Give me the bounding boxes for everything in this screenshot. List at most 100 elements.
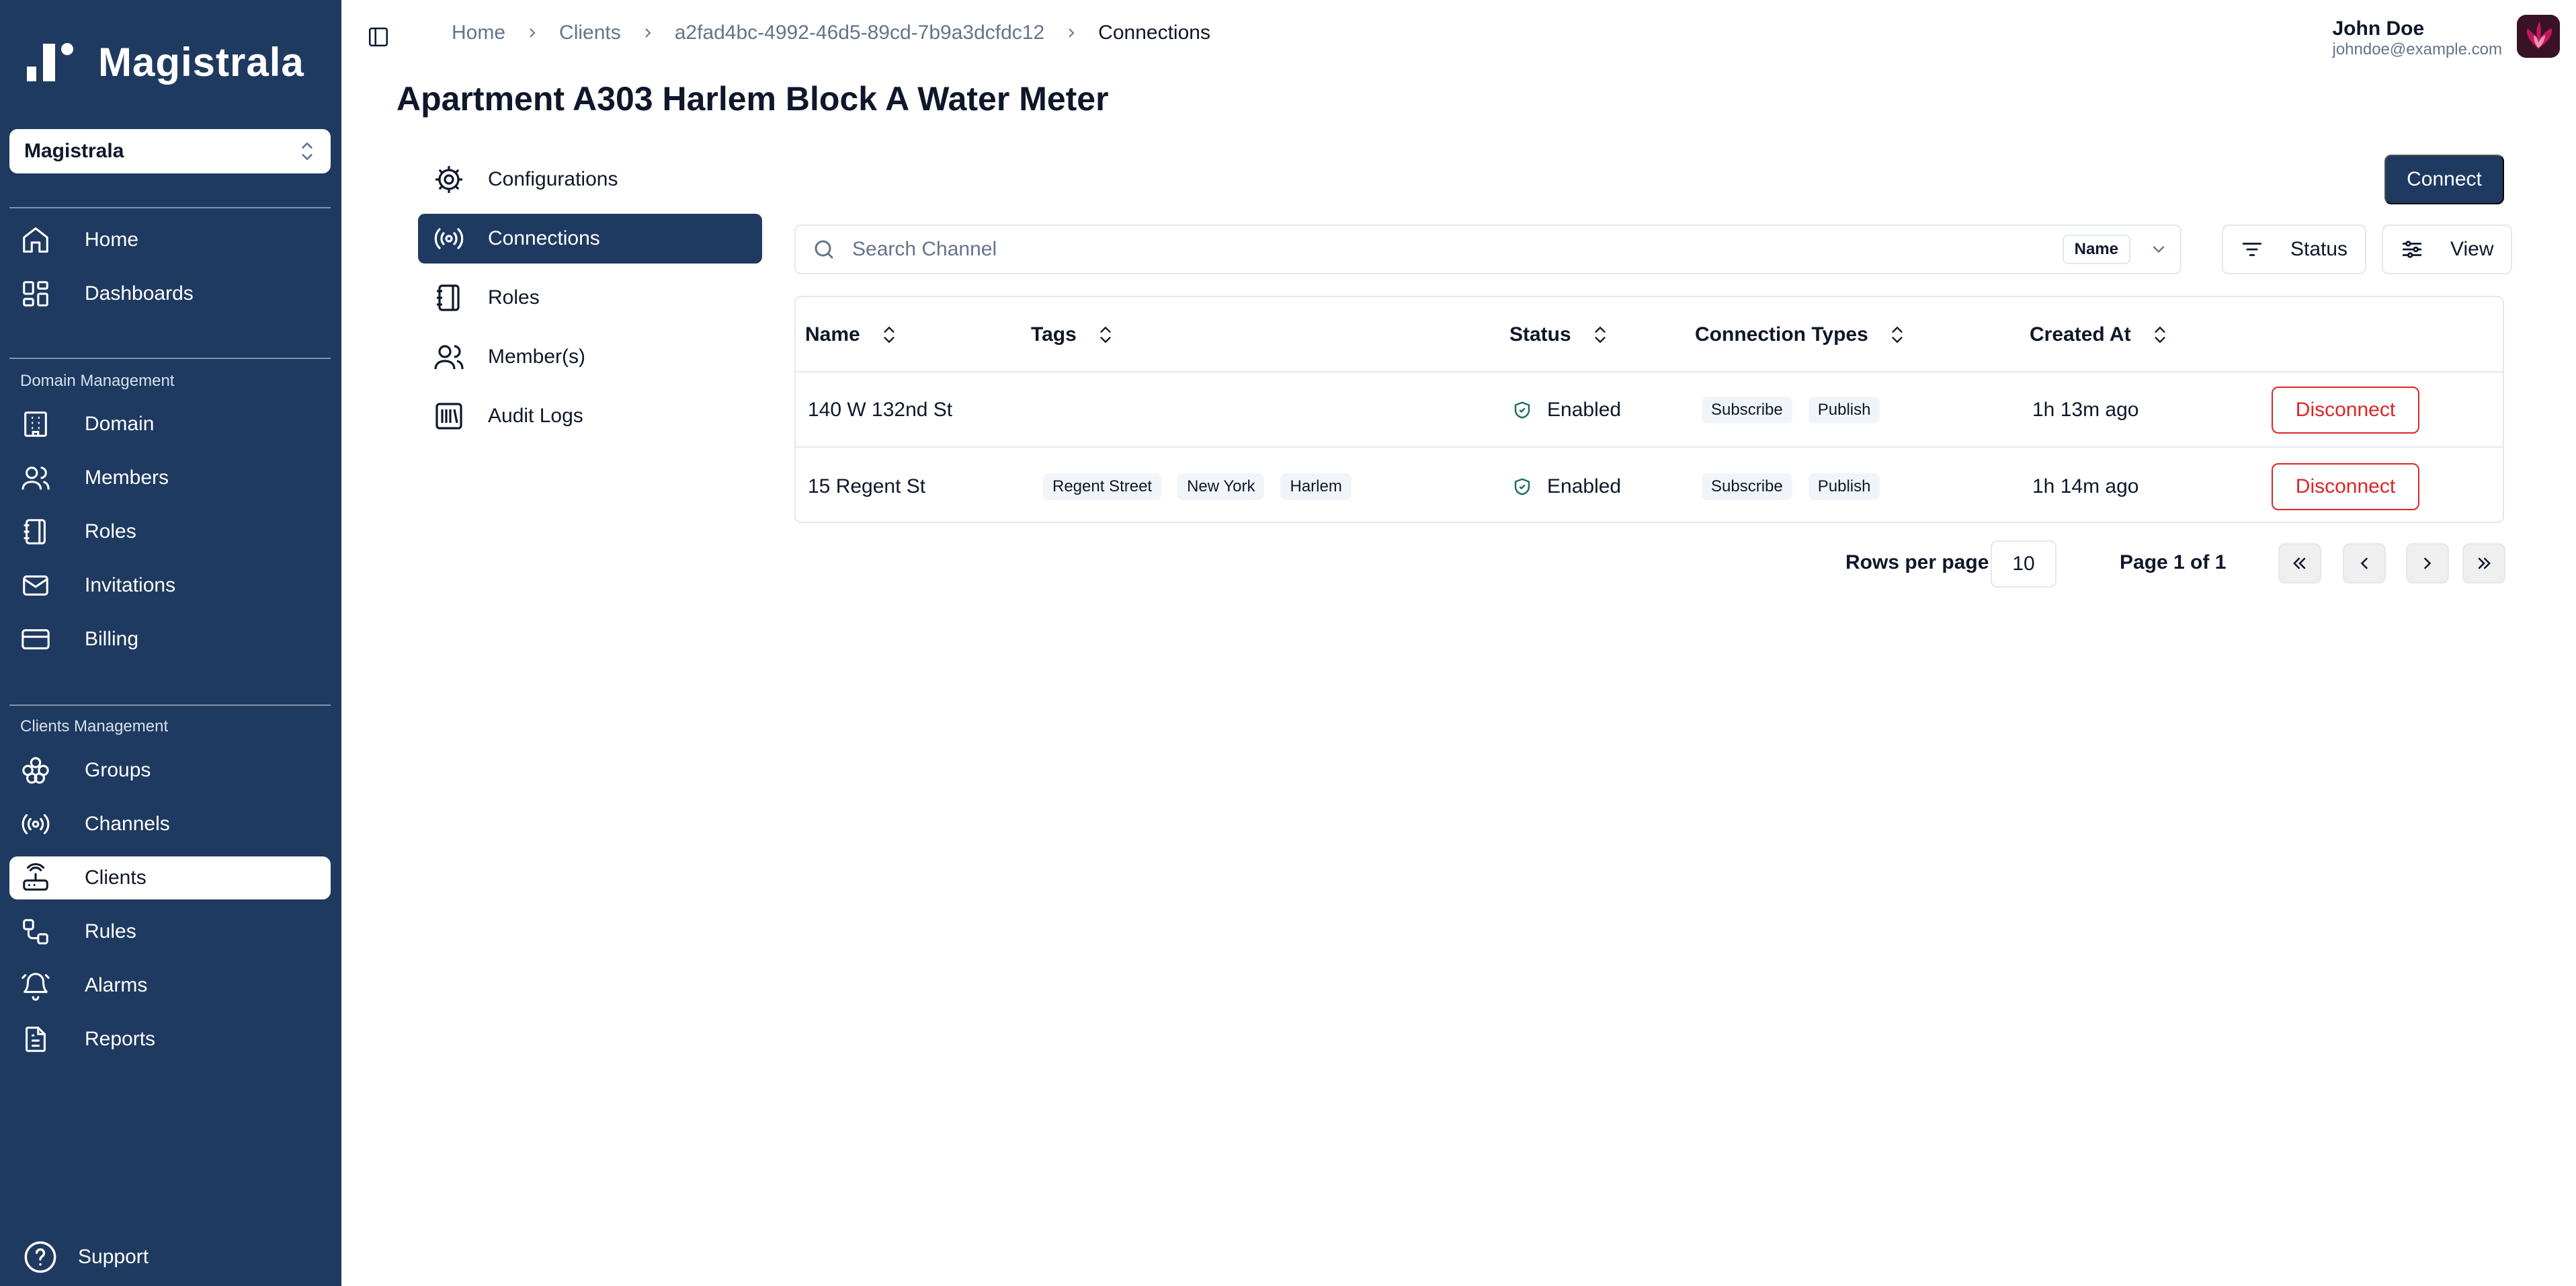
- sidebar-item-domain[interactable]: Domain: [9, 403, 331, 446]
- chevron-right-icon: [530, 28, 536, 38]
- chevrons-up-down-icon: [302, 143, 313, 160]
- page-title: Apartment A303 Harlem Block A Water Mete…: [397, 80, 1109, 118]
- sidebar-item-billing[interactable]: Billing: [9, 618, 331, 661]
- sidebar-item-channels[interactable]: Channels: [9, 803, 331, 846]
- rows-per-page-select[interactable]: 10: [1991, 540, 2056, 588]
- sidebar-item-alarms[interactable]: Alarms: [9, 964, 331, 1007]
- cell-connection-types: Subscribe Publish: [1702, 449, 1896, 522]
- subnav-label: Member(s): [488, 346, 586, 368]
- shield-check-icon: [1514, 401, 1530, 419]
- status-text: Enabled: [1547, 399, 1622, 421]
- sidebar-divider: [9, 207, 331, 208]
- column-label: Tags: [1031, 323, 1077, 346]
- column-header-name[interactable]: Name: [805, 297, 898, 372]
- domain-select[interactable]: Magistrala: [9, 129, 331, 173]
- bell-icon: [22, 973, 50, 1001]
- breadcrumb-current: Connections: [1098, 22, 1210, 44]
- chevron-right-icon: [645, 28, 651, 38]
- view-options-label: View: [2450, 238, 2494, 260]
- column-header-status[interactable]: Status: [1509, 297, 1609, 372]
- previous-page-button[interactable]: [2343, 543, 2386, 584]
- subnav-audit-logs[interactable]: Audit Logs: [418, 391, 762, 441]
- subnav-label: Roles: [488, 286, 540, 309]
- credit-card-icon: [22, 629, 50, 649]
- filter-lines-icon: [2242, 243, 2262, 256]
- chevrons-right-icon: [2478, 557, 2491, 569]
- mail-icon: [23, 575, 48, 596]
- first-page-button[interactable]: [2278, 543, 2321, 584]
- column-header-tags[interactable]: Tags: [1031, 297, 1114, 372]
- subnav-connections[interactable]: Connections: [418, 214, 762, 264]
- table-row[interactable]: 140 W 132nd St Enabled Subscribe Publish…: [796, 372, 2503, 448]
- subnav-label: Connections: [488, 227, 600, 249]
- cell-created-at: 1h 13m ago: [2032, 399, 2139, 421]
- table-row[interactable]: 15 Regent St Regent Street New York Harl…: [796, 449, 2503, 522]
- sidebar-item-invitations[interactable]: Invitations: [9, 564, 331, 607]
- subnav-roles[interactable]: Roles: [418, 273, 762, 323]
- user-name: John Doe: [2332, 17, 2425, 40]
- library-icon: [435, 403, 462, 430]
- groups-icon: [22, 757, 49, 784]
- notebook-icon: [437, 284, 460, 311]
- cell-status: Enabled: [1512, 372, 1621, 448]
- user-email: johndoe@example.com: [2332, 40, 2502, 58]
- breadcrumb-clients[interactable]: Clients: [559, 22, 621, 44]
- sidebar-divider: [9, 705, 331, 706]
- sidebar-item-label: Dashboards: [85, 282, 194, 305]
- disconnect-button[interactable]: Disconnect: [2272, 463, 2419, 510]
- table-header: Name Tags Status Connection Types Create…: [796, 297, 2503, 372]
- last-page-button[interactable]: [2462, 543, 2505, 584]
- column-header-connection-types[interactable]: Connection Types: [1695, 297, 1906, 372]
- support-link[interactable]: Support: [23, 1240, 149, 1275]
- sidebar-item-groups[interactable]: Groups: [9, 749, 331, 792]
- sort-icon: [1595, 326, 1606, 344]
- cell-connection-types: Subscribe Publish: [1702, 372, 1896, 448]
- sidebar-toggle-icon[interactable]: [367, 26, 390, 48]
- cell-name: 140 W 132nd St: [808, 399, 953, 421]
- connection-type-badge: Publish: [1808, 397, 1880, 424]
- column-header-created-at[interactable]: Created At: [2030, 297, 2169, 372]
- sidebar-item-home[interactable]: Home: [9, 218, 331, 262]
- breadcrumb-home[interactable]: Home: [452, 22, 505, 44]
- sidebar-item-reports[interactable]: Reports: [9, 1018, 331, 1061]
- sidebar-item-label: Invitations: [85, 574, 176, 596]
- section-label-clients: Clients Management: [20, 717, 169, 735]
- status-filter-button[interactable]: Status: [2222, 225, 2367, 274]
- column-label: Created At: [2030, 323, 2131, 346]
- avatar[interactable]: [2517, 15, 2560, 58]
- disconnect-button[interactable]: Disconnect: [2272, 387, 2419, 434]
- sort-icon: [2154, 326, 2165, 344]
- magistrala-logo-icon: [27, 42, 73, 81]
- search-filter-select[interactable]: Name: [2062, 235, 2168, 264]
- search-filter-value: Name: [2062, 235, 2130, 264]
- breadcrumb-client-id[interactable]: a2fad4bc-4992-46d5-89cd-7b9a3dcfdc12: [675, 22, 1044, 44]
- page-indicator: Page 1 of 1: [2120, 551, 2227, 573]
- next-page-button[interactable]: [2406, 543, 2449, 584]
- column-label: Name: [805, 323, 860, 346]
- workflow-icon: [23, 919, 48, 945]
- sidebar-item-members[interactable]: Members: [9, 456, 331, 499]
- sidebar-item-clients[interactable]: Clients: [9, 856, 331, 899]
- sidebar-item-roles[interactable]: Roles: [9, 510, 331, 553]
- search-input[interactable]: [852, 238, 2063, 261]
- status-text: Enabled: [1547, 475, 1622, 497]
- users-icon: [434, 345, 464, 370]
- sort-icon: [1100, 326, 1111, 344]
- connect-button[interactable]: Connect: [2384, 155, 2504, 204]
- subnav-members[interactable]: Member(s): [418, 332, 762, 382]
- sidebar-item-dashboards[interactable]: Dashboards: [9, 272, 331, 315]
- subnav-configurations[interactable]: Configurations: [418, 155, 762, 204]
- sidebar-item-label: Members: [85, 467, 169, 489]
- chevron-left-icon: [2360, 557, 2368, 569]
- user-info[interactable]: John Doe johndoe@example.com: [2332, 17, 2502, 59]
- view-options-button[interactable]: View: [2382, 225, 2513, 274]
- sort-icon: [1892, 326, 1903, 344]
- sidebar-divider: [9, 358, 331, 359]
- brand[interactable]: Magistrala: [27, 39, 304, 85]
- cell-name: 15 Regent St: [808, 475, 926, 497]
- cell-action: Disconnect: [2272, 449, 2419, 522]
- avatar-image: [2517, 15, 2560, 58]
- sort-icon: [884, 326, 895, 344]
- sidebar-item-label: Clients: [85, 867, 147, 889]
- sidebar-item-rules[interactable]: Rules: [9, 910, 331, 953]
